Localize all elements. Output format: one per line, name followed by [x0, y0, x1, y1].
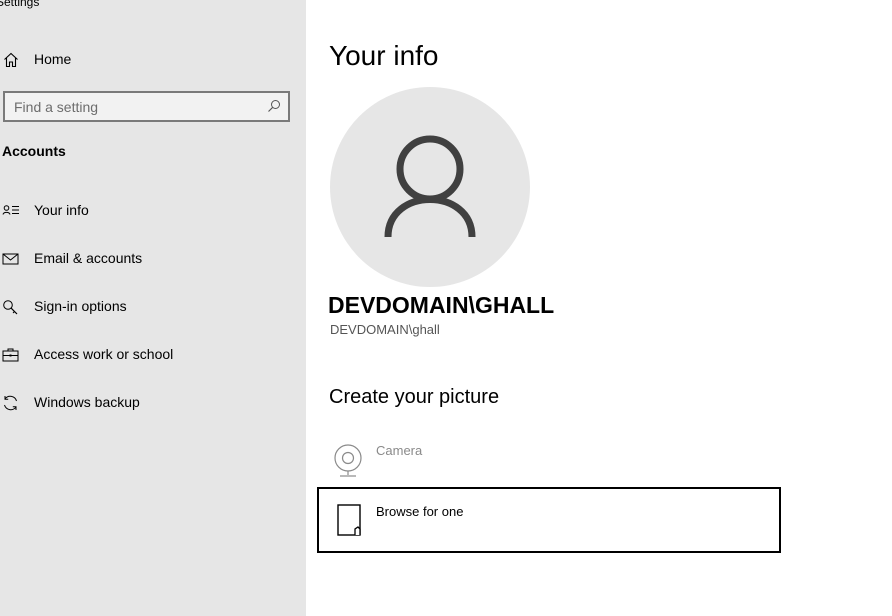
file-icon — [337, 504, 361, 536]
sidebar-item-label: Access work or school — [34, 346, 174, 362]
user-display-name: DEVDOMAIN\GHALL — [328, 292, 555, 318]
contact-card-icon — [2, 205, 19, 215]
sidebar-item-sign-in-options[interactable]: Sign-in options — [0, 285, 306, 329]
mail-icon — [2, 253, 19, 265]
app-title: Settings — [0, 0, 40, 9]
sidebar-item-label: Email & accounts — [34, 250, 143, 266]
browse-label: Browse for one — [376, 504, 464, 519]
section-title: Accounts — [2, 143, 66, 159]
sidebar-item-label: Sign-in options — [34, 298, 127, 314]
sidebar-item-windows-backup[interactable]: Windows backup — [0, 381, 306, 425]
home-icon — [4, 52, 18, 68]
camera-option[interactable]: Camera — [318, 436, 780, 484]
person-icon — [384, 135, 476, 238]
sidebar-item-access-work[interactable]: Access work or school — [0, 333, 306, 377]
create-picture-heading: Create your picture — [329, 386, 500, 408]
webcam-icon — [334, 444, 362, 477]
nav-home-label: Home — [34, 51, 72, 67]
user-account-name: DEVDOMAIN\ghall — [330, 322, 440, 337]
sidebar-item-label: Your info — [34, 202, 89, 218]
sidebar-item-label: Windows backup — [34, 394, 140, 410]
search-box — [3, 91, 290, 122]
key-icon — [3, 300, 18, 315]
sidebar-item-email-accounts[interactable]: Email & accounts — [0, 237, 306, 281]
avatar — [330, 87, 530, 287]
nav-home[interactable]: Home — [0, 44, 306, 74]
briefcase-icon — [2, 348, 19, 362]
page-title: Your info — [329, 40, 439, 71]
camera-label: Camera — [376, 443, 423, 458]
search-icon[interactable] — [267, 99, 281, 113]
sidebar-item-your-info[interactable]: Your info — [0, 189, 306, 233]
sync-icon — [4, 395, 17, 411]
browse-option[interactable]: Browse for one — [317, 487, 781, 553]
sidebar: Settings Home Accounts Your info Email &… — [0, 0, 306, 616]
search-input[interactable] — [5, 93, 264, 120]
